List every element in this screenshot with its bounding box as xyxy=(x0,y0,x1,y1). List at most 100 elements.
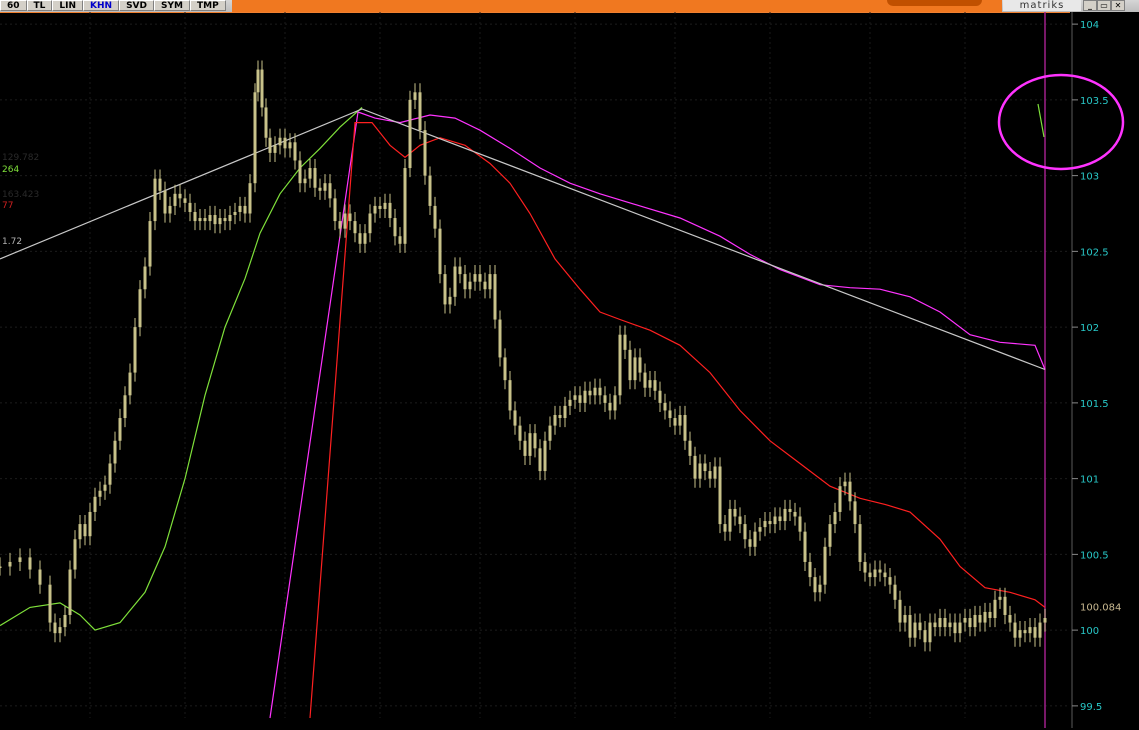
candle-body-2 xyxy=(18,557,22,562)
candle-body-120 xyxy=(618,334,622,396)
candle-body-195 xyxy=(993,599,997,619)
candle-body-101 xyxy=(523,440,527,456)
candle-body-118 xyxy=(608,402,612,411)
candle-body-112 xyxy=(578,395,582,403)
sym-button[interactable]: SYM xyxy=(154,0,190,11)
y-tick-label-8: 103.5 xyxy=(1080,96,1109,107)
candle-body-171 xyxy=(873,569,877,578)
restore-icon[interactable]: ▭ xyxy=(1097,0,1111,11)
candle-body-181 xyxy=(923,630,927,643)
candle-body-62 xyxy=(328,183,332,199)
candle-body-20 xyxy=(123,395,127,419)
candle-body-142 xyxy=(728,508,732,532)
candle-body-97 xyxy=(503,357,507,381)
candle-body-123 xyxy=(633,357,637,381)
timeframe-60-button[interactable]: 60 xyxy=(0,0,27,11)
candle-body-57 xyxy=(303,178,307,184)
legend-item-2: 163.423 xyxy=(2,190,39,200)
candle-body-119 xyxy=(613,395,617,411)
candle-body-98 xyxy=(508,380,512,411)
candle-body-110 xyxy=(568,399,572,406)
candle-body-40 xyxy=(223,218,227,222)
candle-body-106 xyxy=(548,425,552,441)
candle-body-201 xyxy=(1023,630,1027,634)
khn-button[interactable]: KHN xyxy=(83,0,120,11)
candle-body-18 xyxy=(113,440,117,464)
candle-body-107 xyxy=(553,414,557,426)
candle-body-162 xyxy=(828,524,832,547)
legend-item-4: 1.72 xyxy=(2,237,22,247)
candle-body-122 xyxy=(628,349,632,381)
indicator-lines xyxy=(0,106,1046,719)
candle-body-96 xyxy=(498,319,502,358)
candle-body-113 xyxy=(583,390,587,403)
candle-body-189 xyxy=(963,618,967,623)
candle-body-1 xyxy=(8,561,12,567)
candle-body-71 xyxy=(373,205,377,214)
candle-body-186 xyxy=(948,622,952,628)
candle-body-169 xyxy=(863,561,867,573)
candle-body-27 xyxy=(158,178,162,191)
candle-body-80 xyxy=(418,92,422,131)
candle-body-93 xyxy=(483,281,487,290)
candle-body-87 xyxy=(453,266,457,297)
y-axis: 99.5 100 100.5 101 101.5 102 102.5 103 103.5 104 1… xyxy=(1070,12,1139,730)
candle-body-170 xyxy=(868,572,872,578)
y-tick-label-9: 104 xyxy=(1080,20,1099,31)
candle-body-104 xyxy=(538,448,542,472)
price-chart[interactable]: 99.5 100 100.5 101 101.5 102 102.5 103 103.5 104 1… xyxy=(0,12,1139,730)
minimize-icon[interactable]: _ xyxy=(1083,0,1097,11)
candle-body-179 xyxy=(913,622,917,638)
candle-body-74 xyxy=(388,202,392,219)
candle-body-38 xyxy=(213,215,217,225)
candle-body-102 xyxy=(528,433,532,456)
candle-body-204 xyxy=(1038,622,1042,638)
candle-body-127 xyxy=(653,380,657,391)
tl-button[interactable]: TL xyxy=(26,0,53,11)
candle-body-140 xyxy=(718,466,722,525)
candle-body-135 xyxy=(693,455,697,479)
candle-body-131 xyxy=(673,418,677,426)
candle-body-103 xyxy=(533,433,537,449)
lin-button[interactable]: LIN xyxy=(52,0,84,11)
tmp-button[interactable]: TMP xyxy=(189,0,226,11)
candle-body-14 xyxy=(93,496,97,512)
candle-body-91 xyxy=(473,274,477,282)
candle-body-136 xyxy=(698,463,702,479)
candle-body-166 xyxy=(848,481,852,502)
y-tick-label-6: 102.5 xyxy=(1080,247,1109,258)
green-tick-mark xyxy=(1037,103,1045,138)
candle-body-138 xyxy=(708,471,712,479)
candle-body-75 xyxy=(393,218,397,237)
candle-body-203 xyxy=(1033,627,1037,638)
candle-body-15 xyxy=(98,490,102,497)
candle-body-73 xyxy=(383,202,387,209)
candle-body-163 xyxy=(833,511,837,525)
candle-body-58 xyxy=(308,168,312,179)
candle-body-151 xyxy=(773,516,777,525)
candle-body-42 xyxy=(233,211,237,216)
candle-body-60 xyxy=(318,187,322,191)
candle-body-145 xyxy=(743,524,747,540)
candle-body-172 xyxy=(878,569,882,573)
candle-body-139 xyxy=(713,466,717,479)
close-icon[interactable]: ✕ xyxy=(1111,0,1125,11)
candle-body-5 xyxy=(48,584,52,623)
candle-body-23 xyxy=(138,289,142,328)
y-tick-label-7: 103 xyxy=(1080,172,1099,183)
candle-body-152 xyxy=(778,516,782,522)
candle-body-133 xyxy=(683,414,687,441)
candle-body-32 xyxy=(183,198,187,203)
candle-body-13 xyxy=(88,511,92,537)
svd-button[interactable]: SVD xyxy=(119,0,154,11)
candle-body-4 xyxy=(38,569,42,585)
y-axis-background xyxy=(1070,12,1139,730)
candle-body-12 xyxy=(83,524,87,537)
candle-body-159 xyxy=(813,577,817,593)
legend-item-1: 264 xyxy=(2,165,19,175)
candle-body-79 xyxy=(413,92,417,100)
candle-body-17 xyxy=(108,463,112,485)
candle-body-46 xyxy=(253,92,257,184)
candle-body-183 xyxy=(933,622,937,628)
candle-body-84 xyxy=(438,228,442,275)
